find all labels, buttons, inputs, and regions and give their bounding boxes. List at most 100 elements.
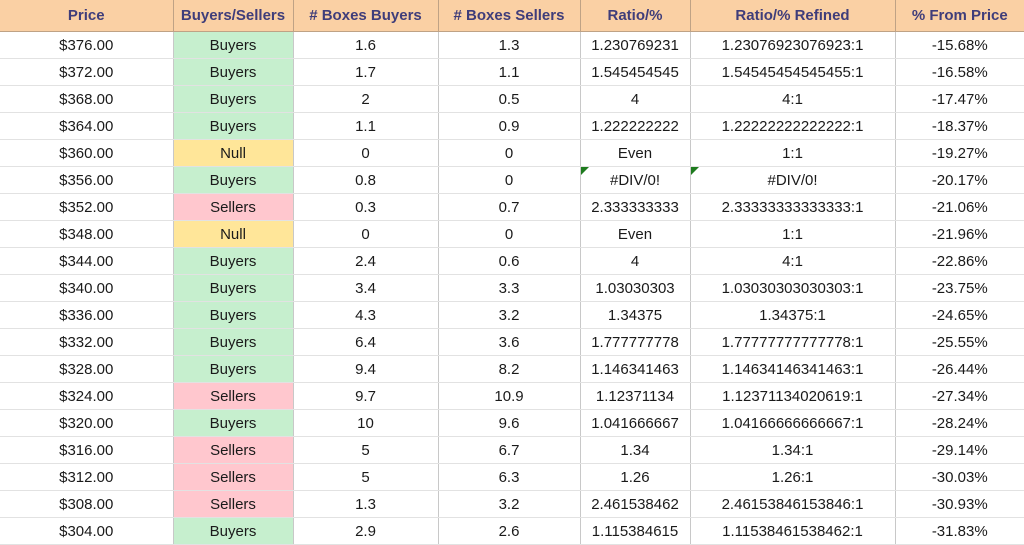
cell-ratio[interactable]: 2.461538462 — [580, 490, 691, 518]
cell-signal[interactable]: Buyers — [173, 85, 294, 113]
cell-signal[interactable]: Null — [173, 139, 294, 167]
cell-pct-from-price[interactable]: -26.44% — [895, 355, 1024, 383]
cell-boxes-sellers[interactable]: 1.3 — [438, 31, 581, 59]
cell-boxes-buyers[interactable]: 1.3 — [293, 490, 439, 518]
cell-signal[interactable]: Buyers — [173, 166, 294, 194]
cell-boxes-buyers[interactable]: 0 — [293, 220, 439, 248]
cell-ratio-refined[interactable]: 2.33333333333333:1 — [690, 193, 896, 221]
cell-ratio-refined[interactable]: 1.11538461538462:1 — [690, 517, 896, 545]
cell-ratio[interactable]: 1.041666667 — [580, 409, 691, 437]
cell-boxes-sellers[interactable]: 0 — [438, 139, 581, 167]
cell-price[interactable]: $348.00 — [0, 220, 174, 248]
column-header-boxes-sellers[interactable]: # Boxes Sellers — [438, 0, 581, 32]
cell-ratio[interactable]: 1.26 — [580, 463, 691, 491]
cell-ratio-refined[interactable]: 1.22222222222222:1 — [690, 112, 896, 140]
cell-boxes-sellers[interactable]: 3.2 — [438, 301, 581, 329]
cell-ratio-refined[interactable]: 1.04166666666667:1 — [690, 409, 896, 437]
cell-pct-from-price[interactable]: -15.68% — [895, 31, 1024, 59]
cell-ratio-refined[interactable]: 1.03030303030303:1 — [690, 274, 896, 302]
cell-boxes-sellers[interactable]: 0 — [438, 166, 581, 194]
cell-signal[interactable]: Buyers — [173, 112, 294, 140]
cell-pct-from-price[interactable]: -22.86% — [895, 247, 1024, 275]
column-header-price[interactable]: Price — [0, 0, 174, 32]
cell-boxes-buyers[interactable]: 10 — [293, 409, 439, 437]
cell-ratio[interactable]: 1.230769231 — [580, 31, 691, 59]
column-header-ratio[interactable]: Ratio/% — [580, 0, 691, 32]
cell-pct-from-price[interactable]: -29.14% — [895, 436, 1024, 464]
cell-boxes-sellers[interactable]: 9.6 — [438, 409, 581, 437]
cell-pct-from-price[interactable]: -18.37% — [895, 112, 1024, 140]
cell-price[interactable]: $356.00 — [0, 166, 174, 194]
cell-boxes-buyers[interactable]: 5 — [293, 436, 439, 464]
cell-signal[interactable]: Sellers — [173, 436, 294, 464]
cell-ratio[interactable]: 1.34375 — [580, 301, 691, 329]
cell-ratio[interactable]: 1.12371134 — [580, 382, 691, 410]
cell-price[interactable]: $336.00 — [0, 301, 174, 329]
cell-ratio-refined[interactable]: 1.14634146341463:1 — [690, 355, 896, 383]
cell-boxes-buyers[interactable]: 4.3 — [293, 301, 439, 329]
cell-signal[interactable]: Null — [173, 220, 294, 248]
cell-ratio-refined[interactable]: 1:1 — [690, 139, 896, 167]
cell-boxes-buyers[interactable]: 0.8 — [293, 166, 439, 194]
cell-boxes-sellers[interactable]: 6.3 — [438, 463, 581, 491]
cell-ratio-refined[interactable]: 1.12371134020619:1 — [690, 382, 896, 410]
column-header-ratio-refined[interactable]: Ratio/% Refined — [690, 0, 896, 32]
cell-boxes-buyers[interactable]: 1.7 — [293, 58, 439, 86]
cell-price[interactable]: $376.00 — [0, 31, 174, 59]
cell-signal[interactable]: Buyers — [173, 355, 294, 383]
cell-ratio-refined[interactable]: 1.34:1 — [690, 436, 896, 464]
cell-ratio[interactable]: 2.333333333 — [580, 193, 691, 221]
cell-boxes-sellers[interactable]: 8.2 — [438, 355, 581, 383]
cell-boxes-buyers[interactable]: 0.3 — [293, 193, 439, 221]
cell-pct-from-price[interactable]: -23.75% — [895, 274, 1024, 302]
cell-signal[interactable]: Buyers — [173, 517, 294, 545]
cell-ratio-refined[interactable]: 1:1 — [690, 220, 896, 248]
cell-pct-from-price[interactable]: -30.93% — [895, 490, 1024, 518]
cell-price[interactable]: $324.00 — [0, 382, 174, 410]
cell-ratio-refined[interactable]: #DIV/0! — [690, 166, 896, 194]
cell-pct-from-price[interactable]: -20.17% — [895, 166, 1024, 194]
cell-price[interactable]: $352.00 — [0, 193, 174, 221]
cell-signal[interactable]: Sellers — [173, 463, 294, 491]
cell-ratio[interactable]: 1.34 — [580, 436, 691, 464]
cell-pct-from-price[interactable]: -19.27% — [895, 139, 1024, 167]
cell-ratio-refined[interactable]: 2.46153846153846:1 — [690, 490, 896, 518]
cell-pct-from-price[interactable]: -17.47% — [895, 85, 1024, 113]
cell-boxes-sellers[interactable]: 0 — [438, 220, 581, 248]
cell-boxes-sellers[interactable]: 3.2 — [438, 490, 581, 518]
cell-boxes-buyers[interactable]: 9.7 — [293, 382, 439, 410]
cell-price[interactable]: $332.00 — [0, 328, 174, 356]
cell-boxes-sellers[interactable]: 0.5 — [438, 85, 581, 113]
cell-signal[interactable]: Buyers — [173, 328, 294, 356]
cell-ratio-refined[interactable]: 1.26:1 — [690, 463, 896, 491]
cell-price[interactable]: $312.00 — [0, 463, 174, 491]
cell-price[interactable]: $360.00 — [0, 139, 174, 167]
cell-price[interactable]: $368.00 — [0, 85, 174, 113]
cell-ratio[interactable]: Even — [580, 139, 691, 167]
cell-pct-from-price[interactable]: -25.55% — [895, 328, 1024, 356]
cell-signal[interactable]: Buyers — [173, 409, 294, 437]
cell-price[interactable]: $308.00 — [0, 490, 174, 518]
cell-price[interactable]: $328.00 — [0, 355, 174, 383]
cell-price[interactable]: $316.00 — [0, 436, 174, 464]
cell-boxes-buyers[interactable]: 2.4 — [293, 247, 439, 275]
cell-ratio[interactable]: 1.03030303 — [580, 274, 691, 302]
cell-ratio-refined[interactable]: 1.54545454545455:1 — [690, 58, 896, 86]
cell-ratio-refined[interactable]: 1.23076923076923:1 — [690, 31, 896, 59]
cell-boxes-buyers[interactable]: 1.6 — [293, 31, 439, 59]
cell-boxes-buyers[interactable]: 2 — [293, 85, 439, 113]
cell-pct-from-price[interactable]: -27.34% — [895, 382, 1024, 410]
cell-boxes-sellers[interactable]: 0.7 — [438, 193, 581, 221]
cell-boxes-sellers[interactable]: 1.1 — [438, 58, 581, 86]
cell-price[interactable]: $344.00 — [0, 247, 174, 275]
column-header-pct-from-price[interactable]: % From Price — [895, 0, 1024, 32]
cell-boxes-sellers[interactable]: 0.9 — [438, 112, 581, 140]
cell-ratio-refined[interactable]: 4:1 — [690, 85, 896, 113]
cell-pct-from-price[interactable]: -28.24% — [895, 409, 1024, 437]
cell-signal[interactable]: Buyers — [173, 31, 294, 59]
cell-ratio[interactable]: 1.545454545 — [580, 58, 691, 86]
cell-pct-from-price[interactable]: -24.65% — [895, 301, 1024, 329]
cell-price[interactable]: $340.00 — [0, 274, 174, 302]
cell-signal[interactable]: Sellers — [173, 490, 294, 518]
cell-boxes-sellers[interactable]: 10.9 — [438, 382, 581, 410]
